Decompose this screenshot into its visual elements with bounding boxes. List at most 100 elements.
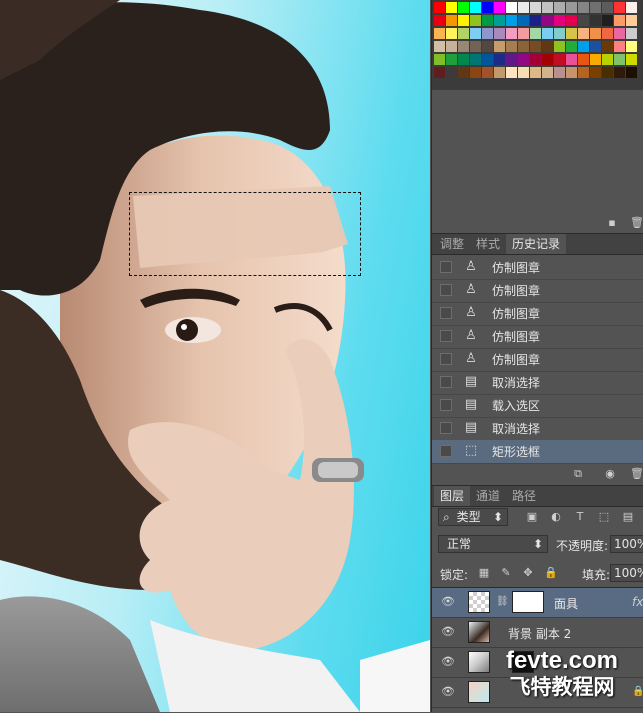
color-swatch[interactable] [482, 67, 493, 78]
color-swatch[interactable] [530, 2, 541, 13]
visibility-eye-icon[interactable]: 👁 [441, 686, 455, 698]
visibility-eye-icon[interactable]: 👁 [441, 656, 455, 668]
color-swatch[interactable] [506, 67, 517, 78]
layer-row[interactable]: 👁 ⛓ fx 面具 [432, 588, 643, 618]
color-swatch[interactable] [578, 15, 589, 26]
snapshot-camera-icon[interactable]: ◉ [604, 468, 616, 480]
document-canvas[interactable] [0, 0, 430, 712]
color-swatch[interactable] [530, 15, 541, 26]
rect-marquee-selection[interactable] [129, 192, 361, 276]
tab-adjustments[interactable]: 调整 [434, 234, 470, 254]
history-item[interactable]: ♙ 仿制图章 [432, 279, 643, 303]
color-swatch[interactable] [494, 67, 505, 78]
color-swatch[interactable] [602, 67, 613, 78]
history-source-checkbox[interactable] [440, 422, 452, 434]
color-swatch[interactable] [554, 2, 565, 13]
color-swatch[interactable] [566, 67, 577, 78]
color-swatch[interactable] [578, 41, 589, 52]
history-source-checkbox[interactable] [440, 330, 452, 342]
color-swatch[interactable] [614, 67, 625, 78]
history-item[interactable]: ♙ 仿制图章 [432, 325, 643, 349]
mask-link-icon[interactable]: ⛓ [496, 596, 509, 607]
color-swatch[interactable] [470, 2, 481, 13]
history-source-checkbox[interactable] [440, 353, 452, 365]
color-swatch[interactable] [518, 41, 529, 52]
color-swatch[interactable] [506, 15, 517, 26]
layer-kind-filter[interactable]: ⌕ 类型 ⬍ [438, 508, 508, 526]
color-swatch[interactable] [542, 41, 553, 52]
history-source-checkbox[interactable] [440, 261, 452, 273]
layer-mask-thumbnail[interactable] [512, 651, 534, 673]
color-swatch[interactable] [542, 28, 553, 39]
color-swatch[interactable] [434, 2, 445, 13]
color-swatch[interactable] [506, 54, 517, 65]
color-swatch[interactable] [590, 54, 601, 65]
color-swatch[interactable] [482, 28, 493, 39]
color-swatch[interactable] [614, 41, 625, 52]
color-swatch[interactable] [554, 67, 565, 78]
history-item[interactable]: ♙ 仿制图章 [432, 256, 643, 280]
blend-mode-select[interactable]: 正常 ⬍ [438, 535, 548, 553]
color-swatch[interactable] [602, 15, 613, 26]
visibility-eye-icon[interactable]: 👁 [441, 596, 455, 608]
color-swatch[interactable] [446, 67, 457, 78]
color-swatch[interactable] [530, 54, 541, 65]
color-swatch[interactable] [482, 54, 493, 65]
color-swatch[interactable] [554, 41, 565, 52]
layer-fx-icon[interactable]: fx [632, 595, 643, 609]
color-swatch[interactable] [626, 28, 637, 39]
color-swatch[interactable] [566, 41, 577, 52]
color-swatch[interactable] [626, 2, 637, 13]
layer-mask-thumbnail[interactable] [512, 591, 544, 613]
visibility-eye-icon[interactable]: 👁 [441, 626, 455, 638]
color-swatch[interactable] [542, 54, 553, 65]
smart-object-filter-icon[interactable]: ▤ [622, 511, 634, 523]
color-swatch[interactable] [482, 41, 493, 52]
color-swatch[interactable] [506, 41, 517, 52]
history-item[interactable]: ▤ 取消选择 [432, 371, 643, 395]
type-filter-icon[interactable]: T [574, 511, 586, 523]
color-swatch[interactable] [530, 41, 541, 52]
lock-image-icon[interactable]: ✎ [500, 567, 512, 579]
tab-layers[interactable]: 图层 [434, 486, 471, 506]
color-swatch[interactable] [434, 28, 445, 39]
color-swatch[interactable] [458, 28, 469, 39]
color-swatch[interactable] [578, 67, 589, 78]
color-swatch[interactable] [494, 41, 505, 52]
history-item[interactable]: ▤ 载入选区 [432, 394, 643, 418]
layer-row[interactable]: 👁 [432, 648, 643, 678]
opacity-field[interactable]: 100% [610, 535, 643, 553]
color-swatch[interactable] [554, 54, 565, 65]
color-swatch[interactable] [518, 28, 529, 39]
color-swatch[interactable] [482, 15, 493, 26]
color-swatch[interactable] [494, 2, 505, 13]
history-item[interactable]: ⬚ 矩形选框 [432, 440, 643, 464]
tab-channels[interactable]: 通道 [470, 486, 506, 506]
color-swatch[interactable] [458, 67, 469, 78]
color-swatch[interactable] [518, 2, 529, 13]
lock-position-icon[interactable]: ✥ [522, 567, 534, 579]
history-item[interactable]: ♙ 仿制图章 [432, 302, 643, 326]
color-swatch[interactable] [542, 15, 553, 26]
color-swatch[interactable] [494, 15, 505, 26]
color-swatch[interactable] [614, 54, 625, 65]
adjustment-filter-icon[interactable]: ◐ [550, 511, 562, 523]
color-swatch[interactable] [446, 15, 457, 26]
color-swatch[interactable] [446, 28, 457, 39]
color-swatch[interactable] [614, 2, 625, 13]
color-swatch[interactable] [470, 54, 481, 65]
color-swatch[interactable] [458, 54, 469, 65]
layer-row[interactable]: 👁 🔒 [432, 678, 643, 708]
tab-history[interactable]: 历史记录 [506, 234, 567, 254]
color-swatch[interactable] [602, 54, 613, 65]
color-swatch[interactable] [458, 2, 469, 13]
history-source-checkbox[interactable] [440, 376, 452, 388]
color-swatch[interactable] [590, 2, 601, 13]
color-swatch[interactable] [470, 15, 481, 26]
history-item[interactable]: ♙ 仿制图章 [432, 348, 643, 372]
color-swatch[interactable] [602, 41, 613, 52]
delete-state-icon[interactable]: 🗑 [630, 468, 643, 480]
history-source-checkbox[interactable] [440, 399, 452, 411]
color-swatch[interactable] [530, 67, 541, 78]
new-document-from-state-icon[interactable]: ⧉ [572, 468, 584, 480]
